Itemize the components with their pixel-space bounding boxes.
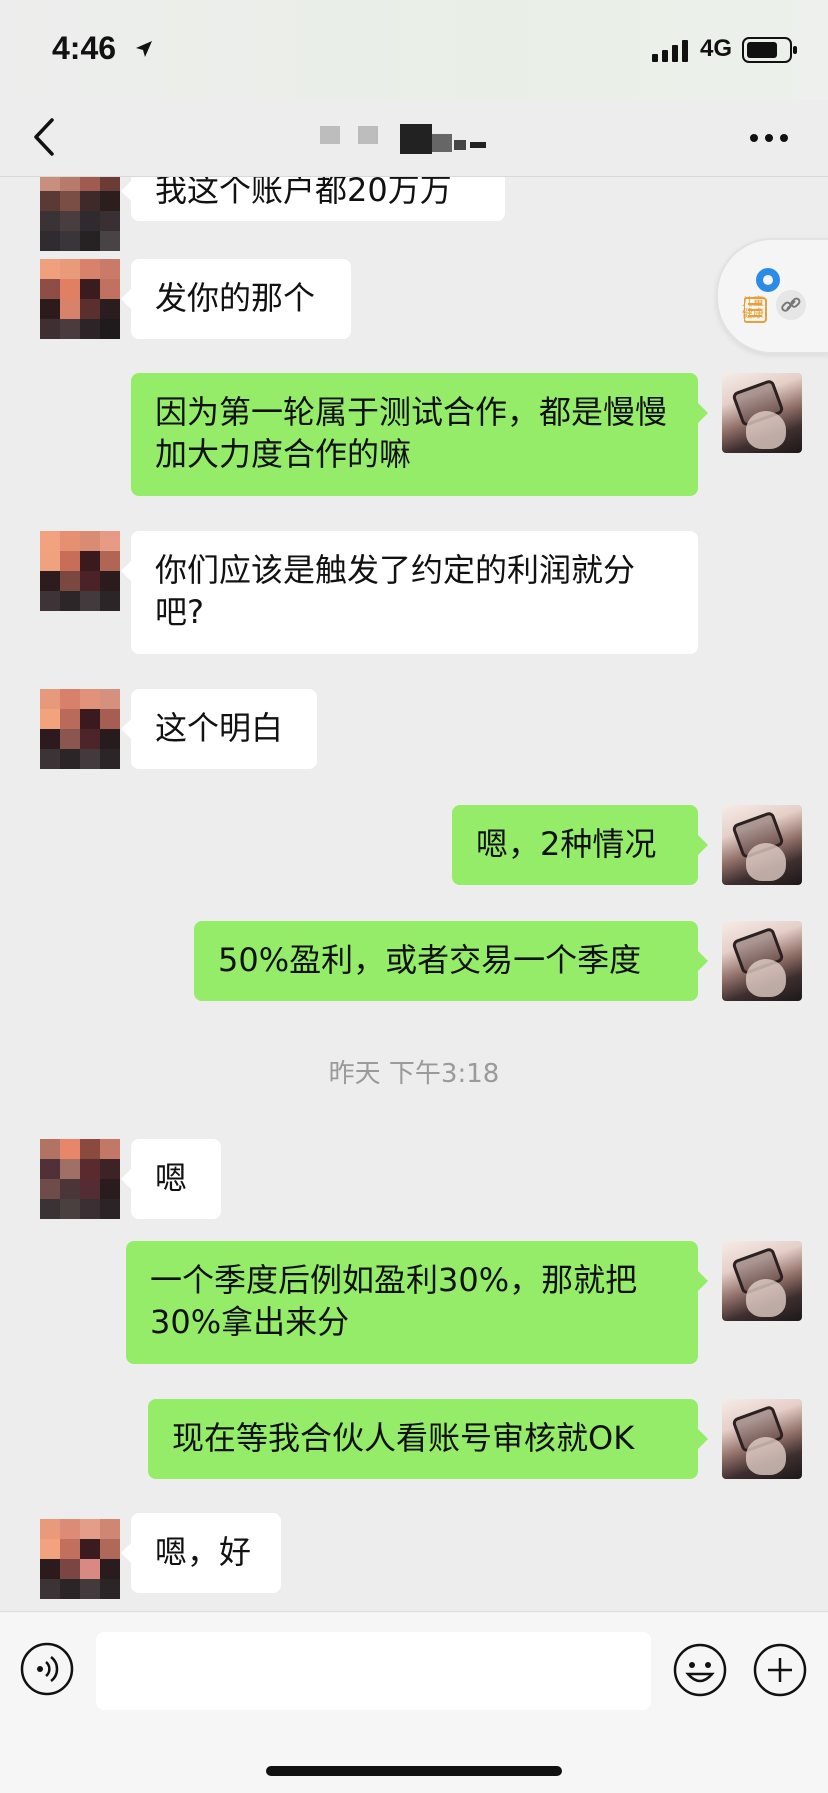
message-text: 现在等我合伙人看账号审核就OK xyxy=(172,1419,635,1457)
message-bubble-self[interactable]: 一个季度后例如盈利30%，那就把30%拿出来分 xyxy=(126,1241,708,1364)
message-text: 嗯 xyxy=(155,1159,188,1197)
location-arrow-icon xyxy=(136,41,152,57)
voice-icon[interactable] xyxy=(20,1642,74,1696)
avatar-self[interactable] xyxy=(722,921,802,1001)
message-bubble-self[interactable]: 嗯，2种情况 xyxy=(452,805,708,885)
redaction-block xyxy=(454,140,466,150)
message-text: 发你的那个 xyxy=(155,279,316,317)
floating-window-label: 儿童健康 xyxy=(742,295,764,320)
message-bubble-self[interactable]: 50%盈利，或者交易一个季度 xyxy=(194,921,708,1001)
redaction-block xyxy=(470,142,486,148)
avatar-detail xyxy=(746,843,786,881)
message-bubble[interactable]: 嗯 xyxy=(121,1139,221,1219)
nav-bar xyxy=(0,100,828,177)
battery-icon xyxy=(742,37,797,63)
message-text: 嗯，2种情况 xyxy=(476,825,657,863)
floating-window[interactable]: 儿童健康 xyxy=(716,238,828,354)
plus-icon[interactable] xyxy=(752,1642,808,1698)
avatar-self[interactable] xyxy=(722,1241,802,1321)
status-bar: 4:46 4G xyxy=(0,0,828,100)
message-bubble-self[interactable]: 因为第一轮属于测试合作，都是慢慢加大力度合作的嘛 xyxy=(131,373,708,496)
avatar-self[interactable] xyxy=(722,373,802,453)
avatar-self[interactable] xyxy=(722,805,802,885)
message-bubble[interactable]: 我这个账户都20万万 xyxy=(121,177,505,221)
avatar-self[interactable] xyxy=(722,1399,802,1479)
avatar-detail xyxy=(746,1437,786,1475)
message-text: 嗯，好 xyxy=(155,1533,252,1571)
avatar[interactable] xyxy=(40,177,120,251)
chat-area[interactable]: 我这个账户都20万万 发你的那个 因为第一轮属于测试合作，都是慢慢加大力度合作的… xyxy=(0,177,828,1610)
message-text: 我这个账户都20万万 xyxy=(155,177,452,209)
avatar-detail xyxy=(746,959,786,997)
avatar[interactable] xyxy=(40,531,120,611)
redaction-block xyxy=(432,134,452,152)
message-text: 这个明白 xyxy=(155,709,284,747)
avatar-detail xyxy=(746,411,786,449)
more-dots-icon[interactable] xyxy=(748,126,790,150)
message-bubble[interactable]: 这个明白 xyxy=(121,689,317,769)
avatar[interactable] xyxy=(40,1139,120,1219)
chat-title xyxy=(318,120,528,156)
avatar-detail xyxy=(746,1279,786,1317)
message-text: 因为第一轮属于测试合作，都是慢慢加大力度合作的嘛 xyxy=(155,393,668,473)
redaction-block xyxy=(320,126,340,144)
signal-icon xyxy=(652,40,688,62)
message-text: 50%盈利，或者交易一个季度 xyxy=(218,941,642,979)
status-time: 4:46 xyxy=(52,30,117,66)
avatar[interactable] xyxy=(40,689,120,769)
emoji-icon[interactable] xyxy=(672,1642,728,1698)
chevron-left-icon[interactable] xyxy=(28,114,64,160)
link-icon xyxy=(776,290,806,320)
input-bar xyxy=(0,1611,828,1793)
message-text: 一个季度后例如盈利30%，那就把30%拿出来分 xyxy=(150,1261,638,1341)
message-bubble[interactable]: 嗯，好 xyxy=(121,1513,281,1593)
avatar[interactable] xyxy=(40,1519,120,1599)
message-bubble-self[interactable]: 现在等我合伙人看账号审核就OK xyxy=(148,1399,708,1479)
message-bubble[interactable]: 你们应该是触发了约定的利润就分吧? xyxy=(121,531,698,654)
home-indicator xyxy=(266,1766,562,1776)
network-type: 4G xyxy=(700,35,733,62)
redaction-block xyxy=(358,126,378,144)
message-input[interactable] xyxy=(96,1632,651,1710)
timestamp: 昨天 下午3:18 xyxy=(328,1059,500,1089)
message-bubble[interactable]: 发你的那个 xyxy=(121,259,351,339)
message-text: 你们应该是触发了约定的利润就分吧? xyxy=(155,551,636,631)
redaction-block xyxy=(400,124,432,154)
avatar[interactable] xyxy=(40,259,120,339)
